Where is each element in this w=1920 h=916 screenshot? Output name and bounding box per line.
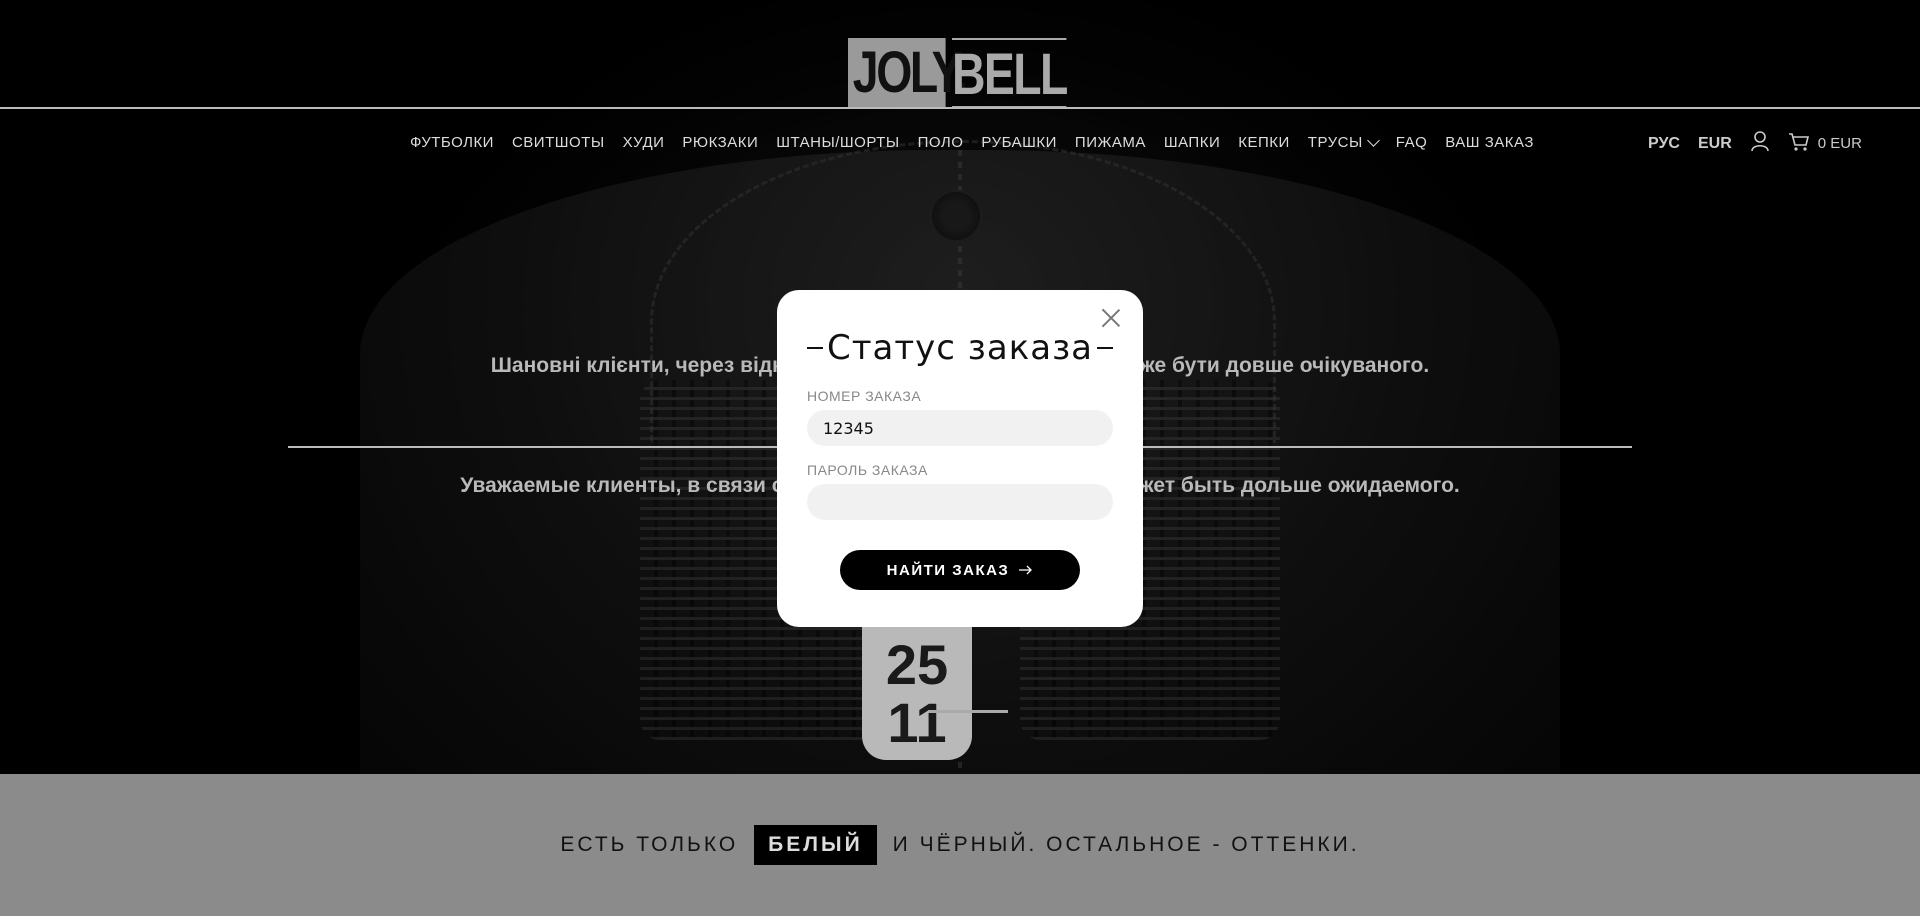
order-password-label: ПАРОЛЬ ЗАКАЗА (807, 462, 928, 478)
hero-tag-line1: 25 (885, 633, 949, 696)
slogan-after: И ЧЁРНЫЙ. ОСТАЛЬНОЕ - ОТТЕНКИ. (892, 833, 1360, 856)
order-status-modal: Статус заказа НОМЕР ЗАКАЗА ПАРОЛЬ ЗАКАЗА… (777, 290, 1143, 627)
modal-title: Статус заказа (807, 328, 1114, 368)
nav-item-tshirts[interactable]: ФУТБОЛКИ (410, 134, 494, 151)
order-number-label: НОМЕР ЗАКАЗА (807, 388, 922, 404)
nav-item-faq[interactable]: FAQ (1396, 134, 1428, 151)
chevron-down-icon (1366, 134, 1380, 147)
currency-switcher[interactable]: EUR (1698, 135, 1732, 153)
nav-item-sweatshirts[interactable]: СВИТШОТЫ (512, 134, 605, 151)
slogan-before: ЕСТЬ ТОЛЬКО (560, 833, 739, 856)
main-nav: ФУТБОЛКИ СВИТШОТЫ ХУДИ РЮКЗАКИ ШТАНЫ/ШОР… (410, 134, 1534, 151)
close-icon[interactable] (1101, 308, 1121, 328)
order-number-input[interactable] (807, 410, 1113, 446)
title-dash-left (807, 347, 823, 349)
nav-item-backpacks[interactable]: РЮКЗАКИ (682, 134, 758, 151)
slogan-highlight: БЕЛЫЙ (754, 825, 877, 865)
user-icon[interactable] (1750, 130, 1770, 157)
language-switcher[interactable]: РУС (1648, 135, 1680, 153)
title-dash-right (1097, 347, 1114, 349)
nav-item-shirts[interactable]: РУБАШКИ (981, 134, 1057, 151)
arrow-right-icon (1019, 562, 1033, 579)
nav-item-hats[interactable]: ШАПКИ (1164, 134, 1220, 151)
hero-tag-line2: 11 (887, 691, 947, 754)
site-logo[interactable]: JOLY. BELL (848, 38, 1078, 108)
nav-item-underwear-label: ТРУСЫ (1307, 134, 1363, 151)
find-order-button[interactable]: НАЙТИ ЗАКАЗ (840, 550, 1080, 590)
modal-title-text: Статус заказа (827, 328, 1094, 368)
nav-item-underwear[interactable]: ТРУСЫ (1307, 134, 1380, 151)
nav-item-polo[interactable]: ПОЛО (918, 134, 964, 151)
header-tools: РУС EUR 0 EUR (1648, 130, 1862, 157)
nav-item-caps[interactable]: КЕПКИ (1238, 134, 1290, 151)
order-password-input[interactable] (807, 484, 1113, 520)
logo-joly: JOLY. (848, 38, 968, 108)
find-order-label: НАЙТИ ЗАКАЗ (886, 561, 1010, 579)
slider-indicator[interactable] (928, 710, 1008, 713)
nav-item-pants-shorts[interactable]: ШТАНЫ/ШОРТЫ (776, 134, 899, 151)
nav-item-hoodies[interactable]: ХУДИ (623, 134, 665, 151)
header-divider (0, 107, 1920, 109)
cart-icon (1788, 132, 1810, 156)
nav-item-your-order[interactable]: ВАШ ЗАКАЗ (1445, 134, 1534, 151)
cart-button[interactable]: 0 EUR (1788, 132, 1862, 156)
slogan-strip: ЕСТЬ ТОЛЬКО БЕЛЫЙ И ЧЁРНЫЙ. ОСТАЛЬНОЕ - … (0, 774, 1920, 916)
logo-bell: BELL (952, 38, 1068, 108)
nav-item-pajamas[interactable]: ПИЖАМА (1075, 134, 1146, 151)
cart-total: 0 EUR (1817, 135, 1862, 152)
